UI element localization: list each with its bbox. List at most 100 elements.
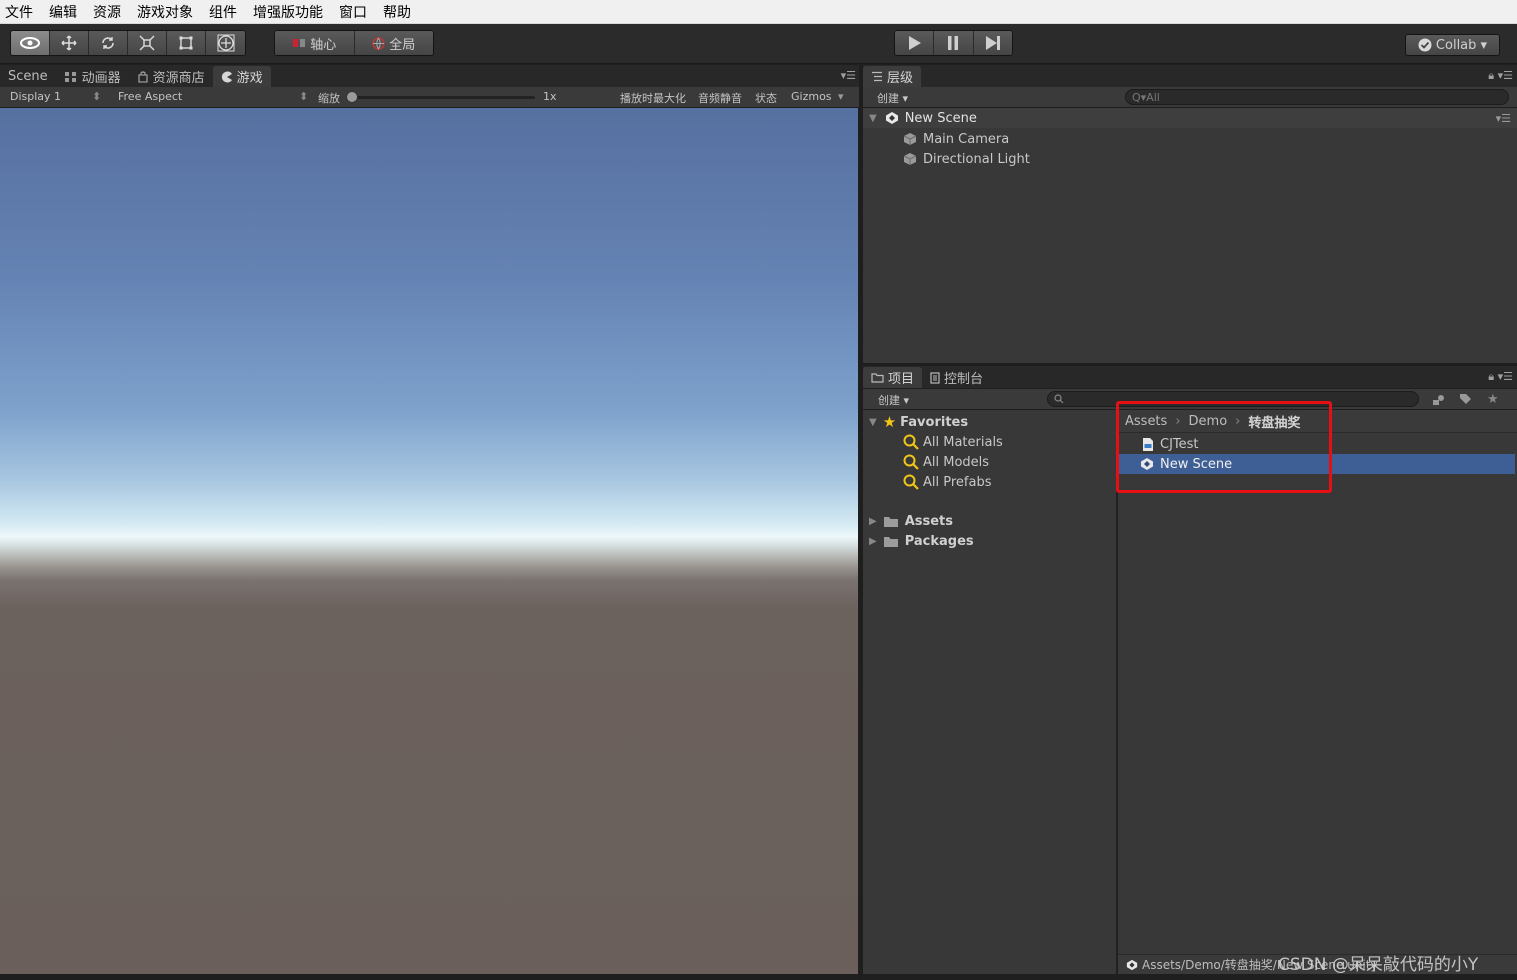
file-label: New Scene [1160,456,1233,472]
global-label: 全局 [389,37,416,53]
tab-project-label: 项目 [888,372,915,387]
globe-icon [372,36,385,50]
step-icon [985,36,1000,50]
folder-row-assets[interactable]: ▶ Assets [863,511,953,531]
hierarchy-create-button[interactable]: 创建 ▾ [877,89,908,106]
scale-slider-track[interactable] [347,96,535,99]
foldout-arrow-icon[interactable]: ▼ [869,417,877,428]
file-row-cjtest[interactable]: CJTest [1118,434,1517,454]
display-dropdown[interactable]: Display 1 [10,90,61,103]
search-icon [1054,394,1064,404]
scene-row[interactable]: ▼ New Scene ▾☰ [863,108,1517,128]
favorite-star-icon[interactable]: ★ [1487,391,1499,408]
game-viewport[interactable] [0,108,858,974]
menu-edit[interactable]: 编辑 [48,2,78,22]
folder-icon [871,373,884,383]
project-lock-menu-icon[interactable]: 🔒︎ ▾☰ [1488,370,1513,384]
cube-icon [903,153,917,165]
scale-tool-button[interactable] [128,31,167,55]
search-by-label-icon[interactable] [1459,391,1472,408]
transform-tool-button[interactable] [206,31,245,55]
collab-button[interactable]: Collab ▾ [1405,34,1500,56]
tab-console[interactable]: 控制台 [922,367,991,388]
menu-help[interactable]: 帮助 [382,2,412,22]
tag-icon [1460,394,1471,404]
foldout-arrow-icon[interactable]: ▶ [869,516,877,527]
tab-hierarchy[interactable]: 层级 [863,66,922,87]
search-icon [903,434,919,450]
search-by-type-icon[interactable] [1432,391,1446,408]
view-tool-button[interactable] [11,31,50,55]
breadcrumb-item-current[interactable]: 转盘抽奖 [1248,412,1300,431]
project-search-input[interactable] [1047,391,1419,407]
favorites-label: Favorites [900,414,969,430]
menu-window[interactable]: 窗口 [338,2,368,22]
global-button[interactable]: 全局 [354,31,433,55]
aspect-dropdown-arrow-icon: ⬍ [299,90,309,103]
scale-icon [139,35,155,51]
favorite-label: All Prefabs [923,474,992,490]
rotate-tool-button[interactable] [89,31,128,55]
hierarchy-item-main-camera[interactable]: Main Camera [903,129,1009,149]
scene-name: New Scene [904,110,977,126]
favorite-label: All Materials [923,434,1003,450]
panel-menu-icon[interactable]: ▾☰ [841,69,856,82]
step-button[interactable] [973,31,1012,55]
foldout-arrow-icon[interactable]: ▶ [869,536,877,547]
tab-asset-store[interactable]: 资源商店 [129,66,213,87]
collab-label: Collab ▾ [1435,37,1488,53]
move-icon [61,35,77,51]
project-toolbar: 创建 ▾ ★ [863,389,1517,410]
favorite-item-all-prefabs[interactable]: All Prefabs [903,472,992,492]
pause-button[interactable] [934,31,974,55]
pivot-button[interactable]: 轴心 [275,31,355,55]
breadcrumb-item-assets[interactable]: Assets [1125,414,1167,429]
main-toolbar: 轴心 全局 Collab ▾ [0,24,1517,64]
menu-assets[interactable]: 资源 [92,2,122,22]
hierarchy-lock-menu-icon[interactable]: 🔒︎ ▾☰ [1488,69,1513,83]
favorite-label: All Models [923,454,990,470]
transform-tools [10,30,246,56]
scale-value: 1x [543,90,557,103]
tab-project[interactable]: 项目 [863,367,923,388]
hierarchy-toolbar: 创建 ▾ Q▾All [863,87,1517,108]
project-file-list: Assets › Demo › 转盘抽奖 CJTest New Scene As… [1118,410,1517,974]
hierarchy-search-input[interactable]: Q▾All [1125,89,1509,105]
stats-toggle[interactable]: 状态 [755,90,777,106]
play-button[interactable] [895,31,935,55]
folder-label: Assets [904,513,954,529]
tab-game[interactable]: 游戏 [212,66,271,87]
console-icon [930,371,940,384]
tab-animator[interactable]: 动画器 [56,66,129,87]
mute-audio-toggle[interactable]: 音频静音 [698,90,742,106]
gizmos-dropdown-arrow-icon[interactable]: ▾ [838,90,844,103]
hierarchy-item-directional-light[interactable]: Directional Light [903,149,1030,169]
scene-menu-icon[interactable]: ▾☰ [1496,112,1511,125]
tab-hierarchy-label: 层级 [887,71,914,86]
folder-row-packages[interactable]: ▶ Packages [863,531,974,551]
project-create-button[interactable]: 创建 ▾ [878,391,909,408]
tab-scene[interactable]: Scene [0,66,56,87]
menu-enhanced[interactable]: 增强版功能 [252,2,324,22]
aspect-dropdown[interactable]: Free Aspect [118,90,182,103]
maximize-on-play-toggle[interactable]: 播放时最大化 [620,90,686,106]
pivot-label: 轴心 [310,37,337,53]
hierarchy-body: ▼ New Scene ▾☰ Main Camera Directional L… [863,108,1517,363]
favorite-item-all-models[interactable]: All Models [903,452,989,472]
foldout-arrow-icon[interactable]: ▼ [869,113,877,124]
eye-icon [20,37,40,49]
rect-tool-button[interactable] [167,31,206,55]
file-row-new-scene[interactable]: New Scene [1118,454,1515,474]
tab-game-label: 游戏 [236,71,263,86]
scale-slider-handle[interactable] [346,91,358,103]
menu-gameobject[interactable]: 游戏对象 [136,2,194,22]
menu-component[interactable]: 组件 [208,2,238,22]
star-icon: ★ [882,413,897,431]
favorite-item-all-materials[interactable]: All Materials [903,432,1003,452]
favorites-row[interactable]: ▼ ★ Favorites [863,412,968,432]
menu-file[interactable]: 文件 [4,2,34,22]
display-dropdown-arrow-icon: ⬍ [92,90,102,103]
gizmos-toggle[interactable]: Gizmos [791,90,832,103]
breadcrumb-item-demo[interactable]: Demo [1189,414,1228,429]
move-tool-button[interactable] [50,31,89,55]
